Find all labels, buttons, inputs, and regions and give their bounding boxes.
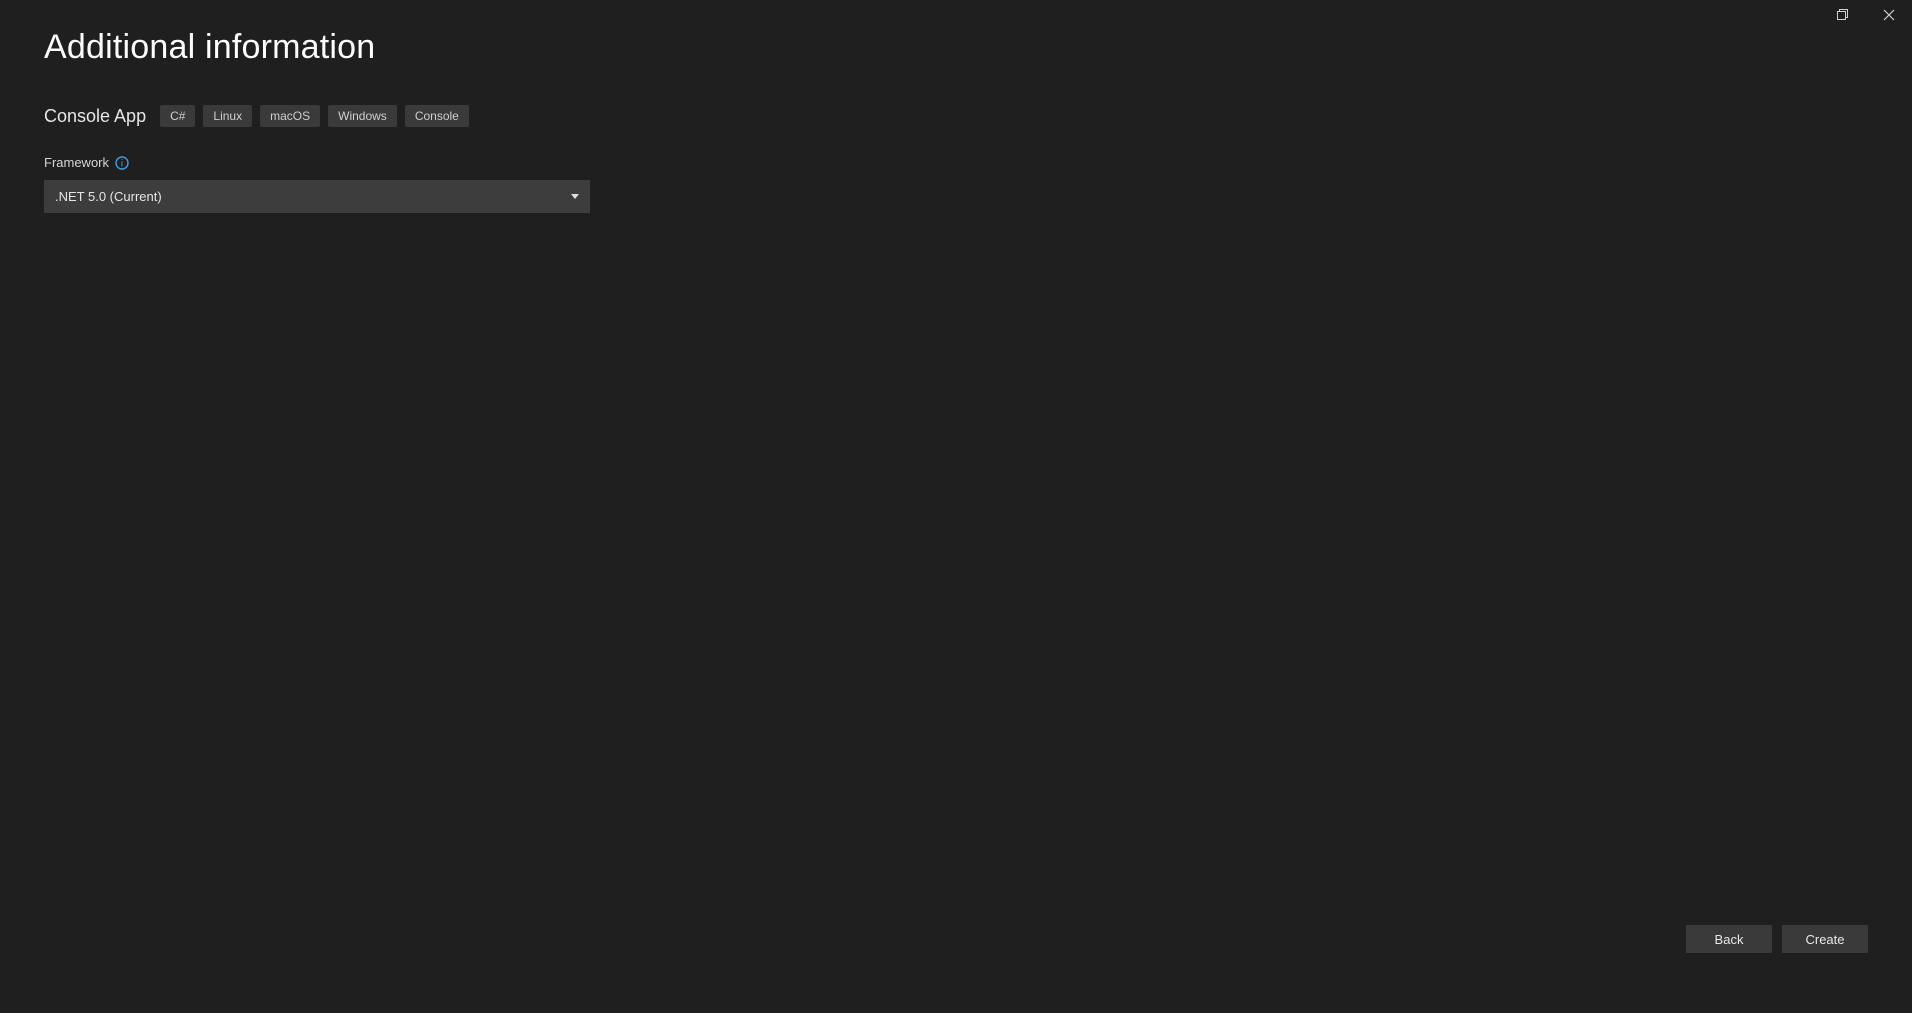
close-button[interactable] [1866, 2, 1912, 28]
create-button[interactable]: Create [1782, 925, 1868, 953]
chevron-down-icon [571, 193, 579, 201]
tag-macos: macOS [260, 105, 320, 127]
maximize-restore-button[interactable] [1820, 2, 1866, 28]
project-type-row: Console App C# Linux macOS Windows Conso… [44, 105, 1868, 127]
project-tags: C# Linux macOS Windows Console [160, 105, 469, 127]
page-title: Additional information [44, 28, 1868, 67]
back-button[interactable]: Back [1686, 925, 1772, 953]
svg-text:i: i [121, 158, 123, 169]
framework-select[interactable]: .NET 5.0 (Current) [44, 180, 590, 213]
content-area: Additional information Console App C# Li… [44, 28, 1868, 1013]
footer-buttons: Back Create [1686, 925, 1868, 953]
tag-windows: Windows [328, 105, 397, 127]
framework-label: Framework [44, 155, 109, 170]
info-icon[interactable]: i [115, 156, 129, 170]
restore-icon [1837, 9, 1849, 21]
window-titlebar [1820, 0, 1912, 30]
framework-label-row: Framework i [44, 155, 1868, 170]
tag-csharp: C# [160, 105, 195, 127]
close-icon [1883, 9, 1895, 21]
project-type-label: Console App [44, 106, 146, 127]
framework-selected-value: .NET 5.0 (Current) [55, 189, 162, 204]
tag-linux: Linux [203, 105, 252, 127]
tag-console: Console [405, 105, 469, 127]
